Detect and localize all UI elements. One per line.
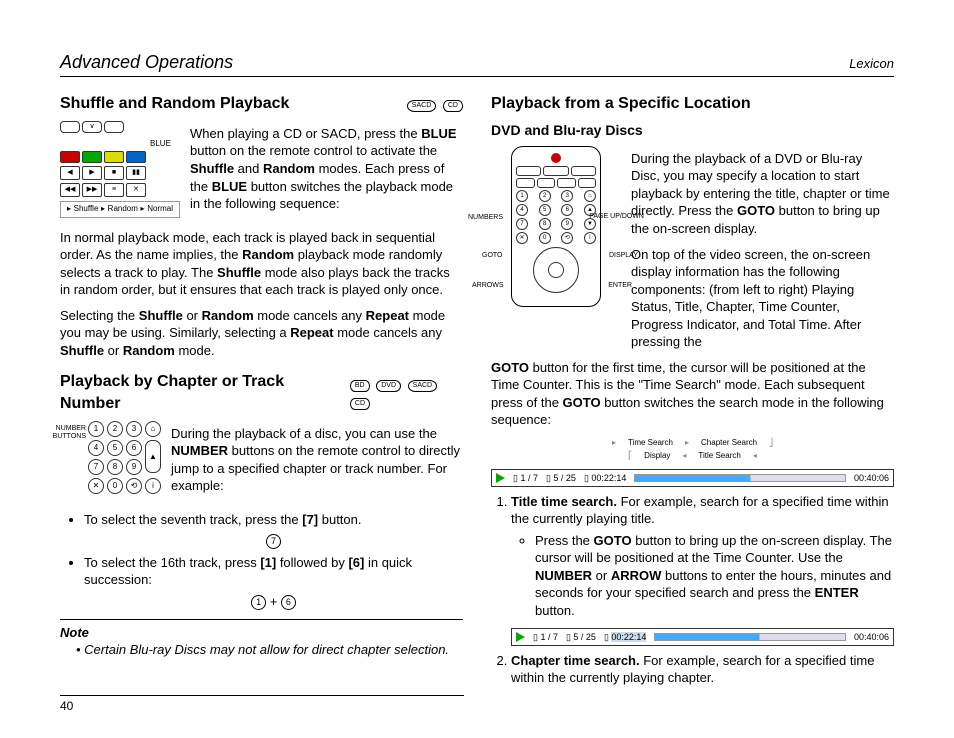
- p-loc-2a: On top of the video screen, the on-scree…: [631, 246, 894, 351]
- li-title-search: Title time search. For example, search f…: [511, 493, 894, 646]
- page-number: 40: [60, 695, 464, 714]
- li-track7: To select the seventh track, press the […: [84, 511, 463, 550]
- disc-badges-2: BD DVD SACD CD: [347, 377, 463, 412]
- h2-location: Playback from a Specific Location: [491, 93, 894, 115]
- bd-icon: BD: [350, 380, 370, 392]
- osd-bar-1: ▯ 1 / 7 ▯ 5 / 25 ▯ 00:22:14 00:40:06: [491, 469, 894, 487]
- play-icon: [496, 473, 505, 483]
- p-shuffle-intro: When playing a CD or SACD, press the BLU…: [190, 125, 463, 213]
- p-chapter-intro: During the playback of a disc, you can u…: [171, 425, 463, 495]
- key-1-icon: 1: [251, 595, 266, 610]
- h2-chapter: Playback by Chapter or Track Number: [60, 371, 347, 414]
- search-sequence: ▸Time Search▸Chapter Search⎦ ⎡Display◂Ti…: [491, 437, 894, 463]
- note-body: • Certain Blu-ray Discs may not allow fo…: [76, 641, 463, 659]
- li-track16: To select the 16th track, press [1] foll…: [84, 554, 463, 611]
- cd-icon: CD: [350, 398, 370, 410]
- p-loc-1: During the playback of a DVD or Blu-ray …: [631, 150, 894, 238]
- remote-diagram-full: 123⌂ 456▲ 789▼ ✕0⟲i NUMBERS GOTO ARROWS …: [491, 146, 621, 351]
- key-7-icon: 7: [266, 534, 281, 549]
- osd-bar-2: ▯ 1 / 7 ▯ 5 / 25 ▯ 00:22:14 00:40:06: [511, 628, 894, 646]
- note-heading: Note: [60, 619, 463, 642]
- p-shuffle-3: Selecting the Shuffle or Random mode can…: [60, 307, 463, 360]
- li-chapter-search: Chapter time search. For example, search…: [511, 652, 894, 687]
- sacd-icon: SACD: [407, 100, 436, 112]
- remote-diagram-colors: ∨ ◀▶■▮▮ ◀◀▶▶≡✕ BLUE ▸Shuffle▸Random▸Norm…: [60, 121, 180, 221]
- header-title: Advanced Operations: [60, 50, 233, 74]
- header-brand: Lexicon: [849, 55, 894, 73]
- disc-badges: SACD CD: [404, 96, 463, 114]
- cd-icon: CD: [443, 100, 463, 112]
- h2-shuffle: Shuffle and Random Playback: [60, 93, 289, 115]
- li-title-search-sub: Press the GOTO button to bring up the on…: [535, 532, 894, 620]
- h3-dvd-bd: DVD and Blu-ray Discs: [491, 121, 894, 140]
- key-6-icon: 6: [281, 595, 296, 610]
- dvd-icon: DVD: [376, 380, 401, 392]
- blue-label: BLUE: [150, 139, 171, 150]
- play-icon: [516, 632, 525, 642]
- sacd-icon: SACD: [408, 380, 437, 392]
- p-loc-2b: GOTO button for the first time, the curs…: [491, 359, 894, 429]
- numpad-diagram: NUMBER BUTTONS 123⌂ 456▲ 789 ✕0⟲i: [60, 421, 161, 503]
- mode-sequence: ▸Shuffle▸Random▸Normal: [60, 201, 180, 218]
- p-shuffle-2: In normal playback mode, each track is p…: [60, 229, 463, 299]
